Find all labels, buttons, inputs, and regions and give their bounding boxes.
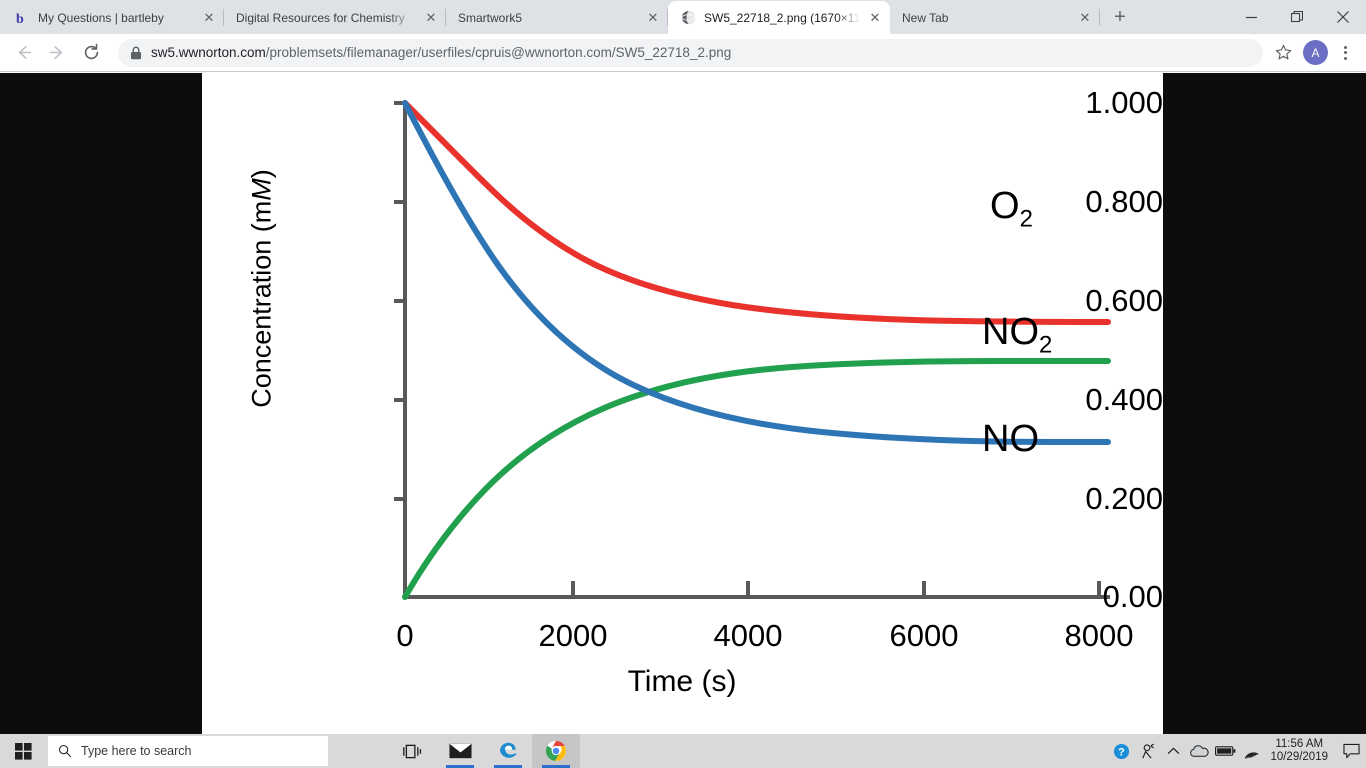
x-tick-label-6000: 6000 (889, 618, 959, 653)
tab-title: New Tab (902, 10, 949, 25)
tab-close-icon[interactable]: ✕ (200, 9, 218, 27)
svg-text:b: b (16, 12, 24, 25)
taskbar-app-buttons (388, 734, 580, 768)
series-label-no2: NO2 (982, 311, 1052, 360)
window-controls (1228, 0, 1366, 34)
tab-title: SW5_22718_2.png (1670×1140 (704, 10, 860, 25)
y-tick-label-0200: 0.200 (1085, 481, 1163, 516)
tab-strip: b My Questions | bartleby ✕ Digital Reso… (0, 0, 1366, 34)
series-curve-no2 (402, 357, 1111, 600)
browser-tab-1[interactable]: Digital Resources for Chemistry ✕ (224, 1, 446, 34)
x-tick-label-2000: 2000 (538, 618, 608, 653)
cloud-icon[interactable] (1186, 734, 1212, 768)
help-icon[interactable]: ? (1108, 734, 1134, 768)
y-axis-title-suffix: ) (246, 169, 277, 179)
mail-icon[interactable] (436, 734, 484, 768)
y-tick-label-000: 0.00 (1102, 579, 1163, 614)
tab-close-icon[interactable]: ✕ (422, 9, 440, 27)
x-tick-label-4000: 4000 (713, 618, 783, 653)
taskbar-clock[interactable]: 11:56 AM 10/29/2019 (1264, 738, 1336, 764)
start-icon[interactable] (0, 734, 46, 768)
edge-icon[interactable] (484, 734, 532, 768)
wifi-icon[interactable] (1238, 734, 1264, 768)
windows-taskbar: Type here to search ? 11:56 AM 10/29/201… (0, 734, 1366, 768)
clock-time: 11:56 AM (1275, 738, 1324, 750)
browser-toolbar: sw5.wwnorton.com/problemsets/filemanager… (0, 34, 1366, 72)
system-tray: ? 11:56 AM 10/29/2019 (1108, 734, 1366, 768)
browser-tab-2[interactable]: Smartwork5 ✕ (446, 1, 668, 34)
y-tick-label-0600: 0.600 (1085, 283, 1163, 318)
new-tab-button[interactable]: + (1106, 3, 1134, 31)
clock-date: 10/29/2019 (1270, 751, 1328, 763)
forward-button[interactable] (42, 38, 72, 68)
image-viewer-backdrop: 1.000 0.800 0.600 0.400 0.200 0.00 0 200… (0, 73, 1366, 734)
battery-icon[interactable] (1212, 734, 1238, 768)
y-axis-title-unit: M (246, 178, 277, 201)
task-view-icon[interactable] (388, 734, 436, 768)
reload-button[interactable] (76, 38, 106, 68)
taskbar-search-input[interactable]: Type here to search (48, 736, 328, 766)
series-label-no2-sub: 2 (1039, 331, 1053, 359)
y-tick-label-0800: 0.800 (1085, 184, 1163, 219)
search-icon (58, 744, 72, 758)
lock-icon (130, 46, 142, 60)
notification-icon[interactable] (1336, 734, 1366, 768)
series-label-o2: O2 (990, 185, 1033, 234)
tab-close-icon[interactable]: ✕ (644, 9, 662, 27)
series-label-no-text: NO (982, 418, 1039, 460)
y-axis-title-prefix: Concentration (m (246, 200, 277, 408)
browser-tab-3-active[interactable]: SW5_22718_2.png (1670×1140 ✕ (668, 1, 890, 34)
minimize-button[interactable] (1228, 0, 1274, 34)
y-tick-label-0400: 0.400 (1085, 382, 1163, 417)
globe-icon (680, 10, 696, 26)
profile-avatar[interactable]: A (1303, 40, 1328, 65)
series-label-no2-text: NO (982, 311, 1039, 353)
y-tick-label-1000: 1.000 (1085, 85, 1163, 120)
tab-title: Digital Resources for Chemistry (236, 10, 405, 25)
series-label-o2-text: O (990, 185, 1020, 227)
taskbar-search-placeholder: Type here to search (81, 744, 192, 758)
close-window-button[interactable] (1320, 0, 1366, 34)
tab-title: My Questions | bartleby (38, 10, 164, 25)
x-tick-label-8000: 8000 (1064, 618, 1134, 653)
back-button[interactable] (8, 38, 38, 68)
chevron-up-icon[interactable] (1160, 734, 1186, 768)
chrome-browser-window: b My Questions | bartleby ✕ Digital Reso… (0, 0, 1366, 734)
tab-close-icon[interactable]: ✕ (1076, 9, 1094, 27)
tab-title: Smartwork5 (458, 10, 523, 25)
address-bar-url: sw5.wwnorton.com/problemsets/filemanager… (151, 45, 732, 60)
bookmark-star-icon[interactable] (1269, 39, 1297, 67)
browser-tab-4[interactable]: New Tab ✕ (890, 1, 1100, 34)
chrome-menu-icon[interactable] (1332, 39, 1358, 67)
svg-text:?: ? (1118, 746, 1125, 758)
browser-tab-0[interactable]: b My Questions | bartleby ✕ (2, 1, 224, 34)
maximize-restore-button[interactable] (1274, 0, 1320, 34)
series-curve-no (402, 100, 1111, 445)
y-axis-title: Concentration (mM) (247, 159, 278, 419)
people-icon[interactable] (1134, 734, 1160, 768)
address-bar[interactable]: sw5.wwnorton.com/problemsets/filemanager… (118, 38, 1263, 67)
series-label-o2-sub: 2 (1019, 205, 1033, 233)
x-tick-label-0: 0 (396, 618, 414, 653)
displayed-image: 1.000 0.800 0.600 0.400 0.200 0.00 0 200… (202, 73, 1163, 734)
series-label-no: NO (982, 418, 1039, 461)
chrome-icon[interactable] (532, 734, 580, 768)
x-axis-title: Time (s) (627, 665, 737, 698)
bartleby-b-icon: b (14, 10, 30, 26)
tab-close-icon[interactable]: ✕ (866, 9, 884, 27)
